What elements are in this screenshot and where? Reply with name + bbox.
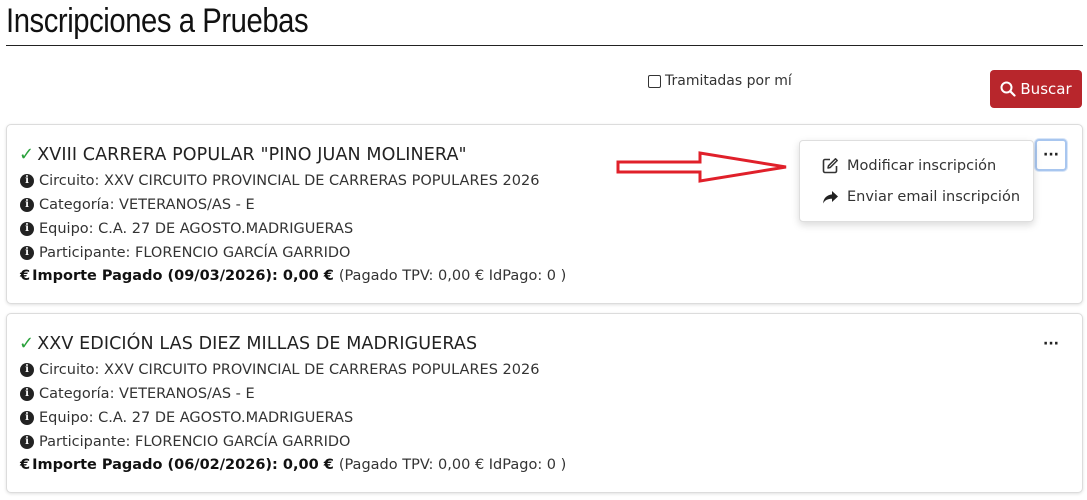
race-title: ✓ XXV EDICIÓN LAS DIEZ MILLAS DE MADRIGU…	[19, 333, 477, 354]
menu-item-modify-label: Modificar inscripción	[847, 157, 997, 174]
payment-amount: Importe Pagado (06/02/2026): 0,00 €	[32, 457, 334, 473]
participant-line: i Participante: FLORENCIO GARCÍA GARRIDO	[20, 245, 350, 261]
payment-amount: Importe Pagado (09/03/2026): 0,00 €	[32, 268, 334, 284]
race-title-text: XVIII CARRERA POPULAR "PINO JUAN MOLINER…	[37, 144, 467, 165]
share-icon	[823, 190, 838, 203]
card-options-menu: Modificar inscripción Enviar email inscr…	[799, 140, 1034, 222]
race-title: ✓ XVIII CARRERA POPULAR "PINO JUAN MOLIN…	[19, 144, 467, 165]
team-text: Equipo: C.A. 27 DE AGOSTO.MADRIGUERAS	[39, 221, 354, 237]
search-button-label: Buscar	[1020, 80, 1072, 98]
info-icon: i	[20, 363, 34, 377]
info-icon: i	[20, 246, 34, 260]
ellipsis-icon: ···	[1043, 147, 1059, 163]
circuit-line: i Circuito: XXV CIRCUITO PROVINCIAL DE C…	[20, 362, 539, 378]
page-title: Inscripciones a Pruebas	[6, 2, 309, 40]
tramitadas-checkbox[interactable]: Tramitadas por mí	[648, 73, 792, 89]
annotation-arrow-icon	[616, 151, 787, 183]
euro-icon: €	[20, 268, 31, 284]
circuit-text: Circuito: XXV CIRCUITO PROVINCIAL DE CAR…	[39, 362, 540, 378]
card-options-button[interactable]: ···	[1035, 328, 1067, 360]
edit-icon	[822, 158, 838, 174]
circuit-line: i Circuito: XXV CIRCUITO PROVINCIAL DE C…	[20, 173, 539, 189]
payment-detail: (Pagado TPV: 0,00 € IdPago: 0 )	[338, 268, 567, 284]
info-icon: i	[20, 387, 34, 401]
checkbox-label: Tramitadas por mí	[665, 73, 792, 89]
search-button[interactable]: Buscar	[990, 70, 1082, 108]
participant-line: i Participante: FLORENCIO GARCÍA GARRIDO	[20, 434, 350, 450]
info-icon: i	[20, 411, 34, 425]
payment-line: € Importe Pagado (06/02/2026): 0,00 € (P…	[20, 457, 566, 473]
info-icon: i	[20, 435, 34, 449]
payment-line: € Importe Pagado (09/03/2026): 0,00 € (P…	[20, 268, 566, 284]
category-line: i Categoría: VETERANOS/AS - E	[20, 197, 255, 213]
checkbox-icon[interactable]	[648, 74, 661, 88]
category-text: Categoría: VETERANOS/AS - E	[39, 386, 255, 402]
info-icon: i	[20, 198, 34, 212]
check-icon: ✓	[19, 333, 35, 354]
info-icon: i	[20, 174, 34, 188]
category-line: i Categoría: VETERANOS/AS - E	[20, 386, 255, 402]
euro-icon: €	[20, 457, 31, 473]
participant-text: Participante: FLORENCIO GARCÍA GARRIDO	[39, 434, 351, 450]
registration-card: ✓ XXV EDICIÓN LAS DIEZ MILLAS DE MADRIGU…	[6, 313, 1083, 493]
check-icon: ✓	[19, 144, 35, 165]
team-line: i Equipo: C.A. 27 DE AGOSTO.MADRIGUERAS	[20, 410, 353, 426]
info-icon: i	[20, 222, 34, 236]
ellipsis-icon: ···	[1043, 336, 1059, 352]
menu-item-send-email[interactable]: Enviar email inscripción	[822, 189, 1020, 205]
team-line: i Equipo: C.A. 27 DE AGOSTO.MADRIGUERAS	[20, 221, 353, 237]
circuit-text: Circuito: XXV CIRCUITO PROVINCIAL DE CAR…	[39, 173, 540, 189]
menu-item-modify[interactable]: Modificar inscripción	[822, 157, 996, 174]
race-title-text: XXV EDICIÓN LAS DIEZ MILLAS DE MADRIGUER…	[37, 333, 478, 354]
search-icon	[1000, 81, 1016, 97]
team-text: Equipo: C.A. 27 DE AGOSTO.MADRIGUERAS	[39, 410, 354, 426]
category-text: Categoría: VETERANOS/AS - E	[39, 197, 255, 213]
title-divider	[6, 45, 1083, 46]
payment-detail: (Pagado TPV: 0,00 € IdPago: 0 )	[338, 457, 567, 473]
menu-item-send-email-label: Enviar email inscripción	[847, 189, 1021, 205]
card-options-button[interactable]: ···	[1035, 139, 1067, 171]
participant-text: Participante: FLORENCIO GARCÍA GARRIDO	[39, 245, 351, 261]
